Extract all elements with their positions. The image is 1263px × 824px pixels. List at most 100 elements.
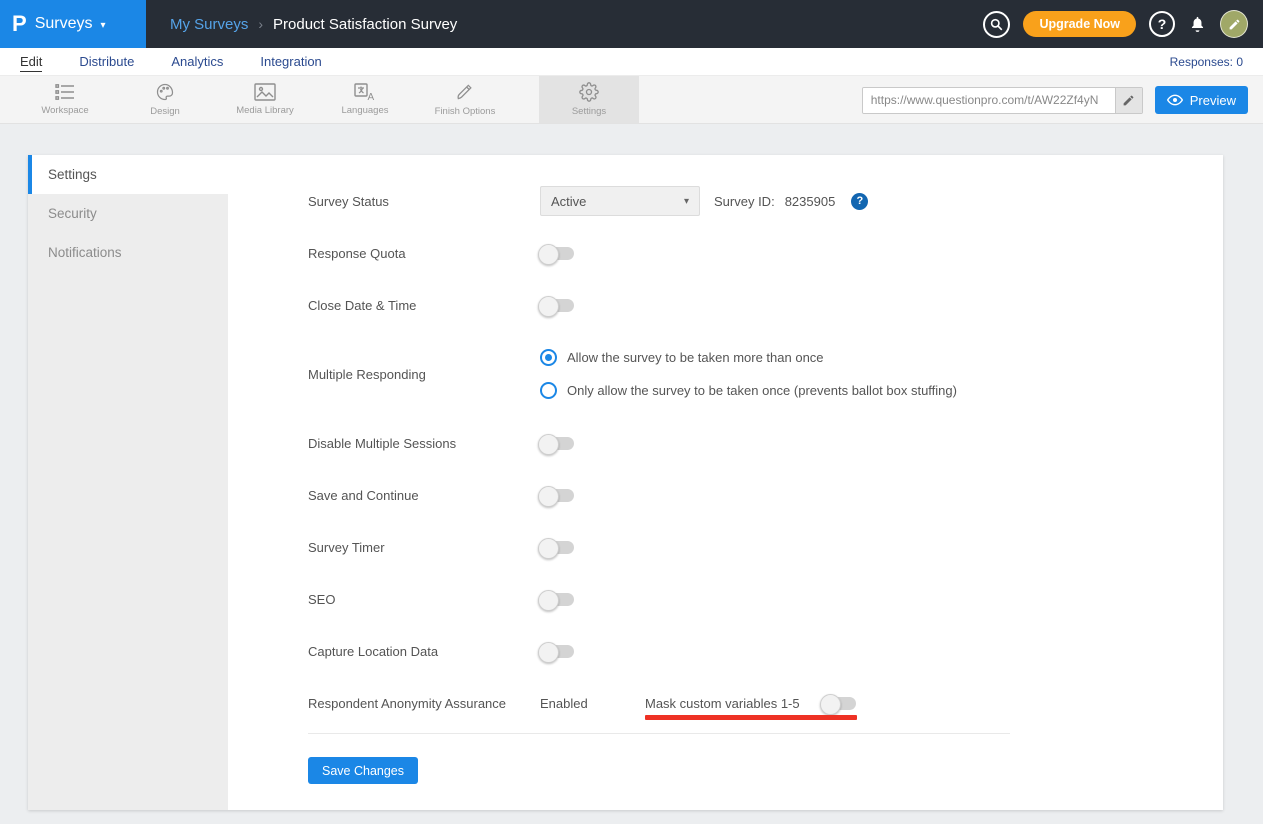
- anonymity-status: Enabled: [540, 696, 645, 711]
- radio-option-label: Allow the survey to be taken more than o…: [567, 350, 824, 365]
- preview-button[interactable]: Preview: [1155, 86, 1248, 114]
- toolbar-item-label: Finish Options: [435, 106, 496, 117]
- help-icon[interactable]: ?: [851, 193, 868, 210]
- disable-sessions-label: Disable Multiple Sessions: [308, 436, 540, 451]
- tab-distribute[interactable]: Distribute: [79, 54, 134, 69]
- preview-label: Preview: [1190, 93, 1236, 108]
- survey-timer-label: Survey Timer: [308, 540, 540, 555]
- toolbar-item-media-library[interactable]: Media Library: [215, 76, 315, 123]
- product-switcher[interactable]: P Surveys ▾: [0, 0, 146, 48]
- capture-location-row: Capture Location Data: [308, 625, 1223, 677]
- response-quota-label: Response Quota: [308, 246, 540, 261]
- breadcrumb-separator-icon: ›: [258, 16, 263, 32]
- save-changes-button[interactable]: Save Changes: [308, 757, 418, 784]
- settings-sidebar: Settings Security Notifications: [28, 155, 228, 810]
- disable-sessions-row: Disable Multiple Sessions: [308, 417, 1223, 469]
- response-quota-row: Response Quota: [308, 227, 1223, 279]
- survey-status-select[interactable]: Active ▾: [540, 186, 700, 216]
- toolbar-item-label: Workspace: [41, 105, 88, 116]
- response-quota-toggle[interactable]: [540, 247, 574, 260]
- save-continue-row: Save and Continue: [308, 469, 1223, 521]
- sidebar-item-label: Settings: [48, 167, 97, 182]
- sidebar-item-label: Notifications: [48, 245, 122, 260]
- search-icon: [990, 18, 1003, 31]
- product-name: Surveys: [35, 15, 93, 33]
- toolbar-item-finish-options[interactable]: Finish Options: [415, 76, 515, 123]
- header-actions: Upgrade Now ?: [983, 10, 1263, 38]
- radio-only-once[interactable]: Only allow the survey to be taken once (…: [540, 378, 957, 404]
- app-header: P Surveys ▾ My Surveys › Product Satisfa…: [0, 0, 1263, 48]
- question-mark-icon: ?: [1158, 16, 1167, 32]
- settings-form: Survey Status Active ▾ Survey ID: 823590…: [228, 155, 1223, 810]
- disable-multiple-sessions-toggle[interactable]: [540, 437, 574, 450]
- tab-analytics[interactable]: Analytics: [171, 54, 223, 69]
- toolbar-right: Preview: [862, 76, 1248, 124]
- search-button[interactable]: [983, 11, 1010, 38]
- toolbar-item-label: Media Library: [236, 105, 294, 116]
- chevron-down-icon: ▾: [684, 196, 689, 207]
- toolbar-item-design[interactable]: Design: [115, 76, 215, 123]
- close-date-row: Close Date & Time: [308, 279, 1223, 331]
- survey-timer-row: Survey Timer: [308, 521, 1223, 573]
- tab-integration[interactable]: Integration: [260, 54, 321, 69]
- translate-icon: A: [354, 83, 376, 101]
- mask-variables-group: Mask custom variables 1-5: [645, 696, 856, 711]
- capture-location-toggle[interactable]: [540, 645, 574, 658]
- settings-card: Settings Security Notifications Survey S…: [28, 155, 1223, 810]
- sidebar-item-security[interactable]: Security: [28, 194, 228, 233]
- survey-status-value: Active: [551, 194, 586, 209]
- eye-icon: [1167, 94, 1183, 106]
- palette-icon: [155, 82, 175, 102]
- notifications-button[interactable]: [1188, 14, 1207, 34]
- anonymity-row: Respondent Anonymity Assurance Enabled M…: [308, 677, 1223, 729]
- survey-id-label: Survey ID:: [714, 194, 775, 209]
- help-button[interactable]: ?: [1149, 11, 1175, 37]
- image-icon: [254, 83, 276, 101]
- survey-timer-toggle[interactable]: [540, 541, 574, 554]
- responses-count[interactable]: Responses: 0: [1170, 55, 1243, 69]
- survey-url-input[interactable]: [863, 88, 1115, 113]
- toolbar-item-label: Languages: [341, 105, 388, 116]
- radio-allow-more-than-once[interactable]: Allow the survey to be taken more than o…: [540, 345, 957, 371]
- sidebar-item-settings[interactable]: Settings: [28, 155, 228, 194]
- questionpro-logo: P: [12, 13, 27, 35]
- toolbar-item-languages[interactable]: A Languages: [315, 76, 415, 123]
- tab-edit[interactable]: Edit: [20, 54, 42, 72]
- edit-url-button[interactable]: [1115, 88, 1142, 113]
- radio-selected-icon[interactable]: [540, 349, 557, 366]
- seo-row: SEO: [308, 573, 1223, 625]
- radio-unselected-icon[interactable]: [540, 382, 557, 399]
- mask-custom-variables-toggle[interactable]: [822, 697, 856, 710]
- close-date-time-toggle[interactable]: [540, 299, 574, 312]
- multiple-responding-label: Multiple Responding: [308, 367, 540, 382]
- anonymity-label: Respondent Anonymity Assurance: [308, 696, 540, 711]
- breadcrumb-current: Product Satisfaction Survey: [273, 16, 457, 33]
- toolbar-item-settings[interactable]: Settings: [539, 76, 639, 123]
- page-content: Settings Security Notifications Survey S…: [0, 124, 1263, 824]
- chevron-down-icon: ▾: [100, 20, 105, 31]
- workspace-list-icon: [54, 83, 76, 101]
- seo-toggle[interactable]: [540, 593, 574, 606]
- multiple-responding-row: Multiple Responding Allow the survey to …: [308, 331, 1223, 417]
- svg-text:A: A: [368, 92, 375, 101]
- breadcrumb: My Surveys › Product Satisfaction Survey: [170, 16, 457, 33]
- brush-icon: [455, 82, 475, 102]
- radio-option-label: Only allow the survey to be taken once (…: [567, 383, 957, 398]
- mask-variables-label: Mask custom variables 1-5: [645, 696, 800, 711]
- avatar[interactable]: [1220, 10, 1248, 38]
- close-date-label: Close Date & Time: [308, 298, 540, 313]
- survey-nav-tabs: Edit Distribute Analytics Integration Re…: [0, 48, 1263, 76]
- survey-url-group: [862, 87, 1143, 114]
- save-and-continue-toggle[interactable]: [540, 489, 574, 502]
- sidebar-item-label: Security: [48, 206, 97, 221]
- toolbar-item-label: Settings: [572, 106, 606, 117]
- pencil-icon: [1122, 94, 1135, 107]
- save-continue-label: Save and Continue: [308, 488, 540, 503]
- seo-label: SEO: [308, 592, 540, 607]
- breadcrumb-my-surveys[interactable]: My Surveys: [170, 16, 248, 33]
- toolbar-item-workspace[interactable]: Workspace: [15, 76, 115, 123]
- upgrade-button[interactable]: Upgrade Now: [1023, 11, 1136, 37]
- sidebar-item-notifications[interactable]: Notifications: [28, 233, 228, 272]
- form-divider: [308, 733, 1010, 734]
- bell-icon: [1188, 14, 1207, 34]
